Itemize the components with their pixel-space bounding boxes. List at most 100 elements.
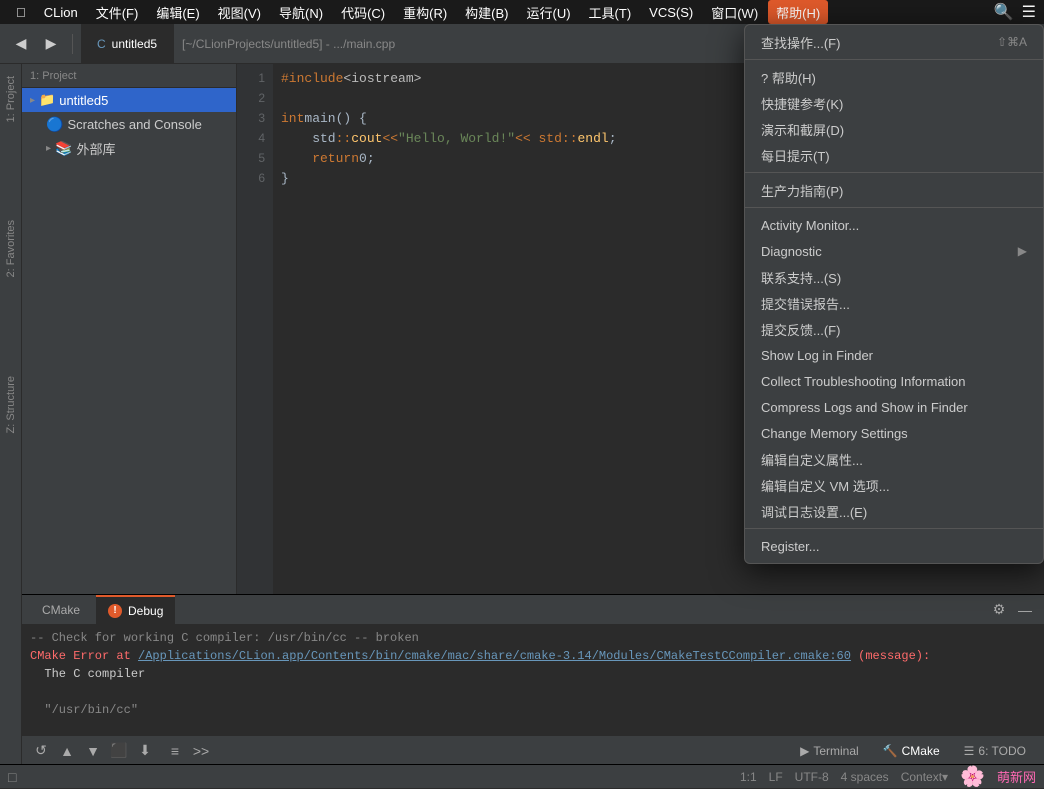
collect-troubleshoot-label: Collect Troubleshooting Information [761, 374, 966, 389]
build-menu[interactable]: 构建(B) [457, 0, 516, 24]
indent-setting[interactable]: 4 spaces [841, 770, 889, 784]
console-output: -- Check for working C compiler: /usr/bi… [22, 625, 1044, 735]
menu-demo[interactable]: 演示和截屏(D) [745, 116, 1043, 142]
menu-custom-props[interactable]: 编辑自定义属性... [745, 446, 1043, 472]
sidebar-item-untitled5[interactable]: ▸ 📁 untitled5 [22, 88, 236, 112]
scope-op: :: [336, 131, 352, 146]
close-brace: } [281, 171, 289, 186]
edit-menu[interactable]: 编辑(E) [148, 0, 207, 24]
sidebar-item-label-untitled5: untitled5 [59, 93, 108, 108]
menu-vm-options[interactable]: 编辑自定义 VM 选项... [745, 472, 1043, 498]
menu-contact-support[interactable]: 联系支持...(S) [745, 264, 1043, 290]
more-actions-button[interactable]: ≡ [164, 740, 186, 762]
menu-debug-log[interactable]: 调试日志设置...(E) [745, 498, 1043, 524]
logo-watermark: 🌸 [960, 764, 985, 789]
run-menu[interactable]: 运行(U) [519, 0, 579, 24]
project-vtab[interactable]: 1: Project [3, 68, 19, 130]
context-indicator[interactable]: Context▾ [901, 770, 948, 784]
status-bar: □ 1:1 LF UTF-8 4 spaces Context▾ 🌸 萌新网 [0, 764, 1044, 788]
clion-label: CLion [44, 5, 78, 20]
scope-op2: :: [562, 131, 578, 146]
menu-keymap[interactable]: 快捷键参考(K) [745, 90, 1043, 116]
menu-tip[interactable]: 每日提示(T) [745, 142, 1043, 168]
terminal-label: Terminal [813, 744, 858, 758]
line-num-1: 1 [237, 68, 273, 88]
debug-panel-tab[interactable]: ! Debug [96, 595, 175, 625]
menu-show-log[interactable]: Show Log in Finder [745, 342, 1043, 368]
cursor-position[interactable]: 1:1 [740, 770, 757, 784]
menu-sep-2 [745, 172, 1043, 173]
cmake-bottom-tab[interactable]: 🔨 CMake [873, 736, 950, 766]
tab-title: untitled5 [112, 37, 157, 51]
structure-vtab[interactable]: Z: Structure [3, 368, 19, 441]
find-action-shortcut: ⇧⌘A [997, 35, 1027, 49]
line-ending[interactable]: LF [769, 770, 783, 784]
reload-button[interactable]: ↺ [30, 740, 52, 762]
view-menu[interactable]: 视图(V) [210, 0, 269, 24]
hide-panel-icon[interactable]: □ [8, 769, 16, 785]
productivity-label: 生产力指南(P) [761, 181, 843, 200]
navigate-menu[interactable]: 导航(N) [271, 0, 331, 24]
menu-collect-troubleshoot[interactable]: Collect Troubleshooting Information [745, 368, 1043, 394]
cmake-panel-tab[interactable]: CMake [30, 595, 92, 625]
file-menu[interactable]: 文件(F) [88, 0, 147, 24]
encoding[interactable]: UTF-8 [795, 770, 829, 784]
tools-menu-label: 工具(T) [589, 3, 632, 22]
tip-label: 每日提示(T) [761, 146, 830, 165]
cmake-error-link[interactable]: /Applications/CLion.app/Contents/bin/cma… [138, 649, 851, 663]
terminal-tab[interactable]: ▶ Terminal [790, 736, 869, 766]
console-line-4 [30, 683, 1036, 701]
menu-compress-logs[interactable]: Compress Logs and Show in Finder [745, 394, 1043, 420]
forward-button[interactable]: ▶ [38, 31, 64, 57]
scroll-down2-button[interactable]: ⬇ [134, 740, 156, 762]
back-button[interactable]: ◀ [8, 31, 34, 57]
tools-menu[interactable]: 工具(T) [581, 0, 640, 24]
window-menu-label: 窗口(W) [711, 3, 758, 22]
todo-tab[interactable]: ☰ 6: TODO [954, 736, 1036, 766]
file-menu-label: 文件(F) [96, 3, 139, 22]
scroll-down-button[interactable]: ▼ [82, 740, 104, 762]
sidebar-item-scratches[interactable]: 🔵 Scratches and Console [22, 112, 236, 136]
menu-productivity[interactable]: 生产力指南(P) [745, 177, 1043, 203]
scroll-up-button[interactable]: ▲ [56, 740, 78, 762]
clion-menu[interactable]: CLion [36, 0, 86, 24]
menu-change-memory[interactable]: Change Memory Settings [745, 420, 1043, 446]
menu-diagnostic[interactable]: Diagnostic ▶ [745, 238, 1043, 264]
refactor-menu[interactable]: 重构(R) [395, 0, 455, 24]
line-num-6: 6 [237, 168, 273, 188]
console-line-2: CMake Error at /Applications/CLion.app/C… [30, 647, 1036, 665]
menu-submit-bug[interactable]: 提交错误报告... [745, 290, 1043, 316]
menu-activity-monitor[interactable]: Activity Monitor... [745, 212, 1043, 238]
stop-button[interactable]: ⬛ [108, 740, 130, 762]
settings-button[interactable]: ⚙ [988, 599, 1010, 621]
sidebar-project-label: 1: Project [30, 70, 76, 82]
navigate-menu-label: 导航(N) [279, 3, 323, 22]
vcs-menu[interactable]: VCS(S) [641, 0, 701, 24]
help-dropdown-menu: 查找操作...(F) ⇧⌘A ? 帮助(H) 快捷键参考(K) 演示和截屏(D)… [744, 24, 1044, 564]
menu-submit-feedback[interactable]: 提交反馈...(F) [745, 316, 1043, 342]
menu-help[interactable]: ? 帮助(H) [745, 64, 1043, 90]
toolbar-separator-1 [72, 34, 73, 54]
endl-fn: endl [578, 131, 609, 146]
code-menu[interactable]: 代码(C) [333, 0, 393, 24]
include-keyword: #include [281, 71, 343, 86]
sidebar-item-external-libs[interactable]: ▸ 📚 外部库 [22, 136, 236, 160]
menu-find-action[interactable]: 查找操作...(F) ⇧⌘A [745, 29, 1043, 55]
error-indicator: ! [108, 604, 122, 618]
line-num-2: 2 [237, 88, 273, 108]
project-sidebar: 1: Project ▸ 📁 untitled5 🔵 Scratches and… [22, 64, 237, 594]
apple-menu[interactable]:  [8, 0, 34, 24]
minimize-panel-button[interactable]: — [1014, 599, 1036, 621]
main-cpp-tab[interactable]: C untitled5 [81, 24, 174, 64]
panel-tab-bar: CMake ! Debug ⚙ — [22, 595, 1044, 625]
menu-register[interactable]: Register... [745, 533, 1043, 559]
search-icon[interactable]: 🔍 [994, 2, 1014, 22]
expand-button[interactable]: >> [190, 740, 212, 762]
line-num-5: 5 [237, 148, 273, 168]
watermark-text: 萌新网 [997, 767, 1036, 786]
edit-menu-label: 编辑(E) [156, 3, 199, 22]
help-menu[interactable]: 帮助(H) [768, 0, 828, 24]
window-menu[interactable]: 窗口(W) [703, 0, 766, 24]
favorites-vtab[interactable]: 2: Favorites [3, 212, 19, 285]
menu-icon[interactable]: ☰ [1022, 2, 1036, 22]
